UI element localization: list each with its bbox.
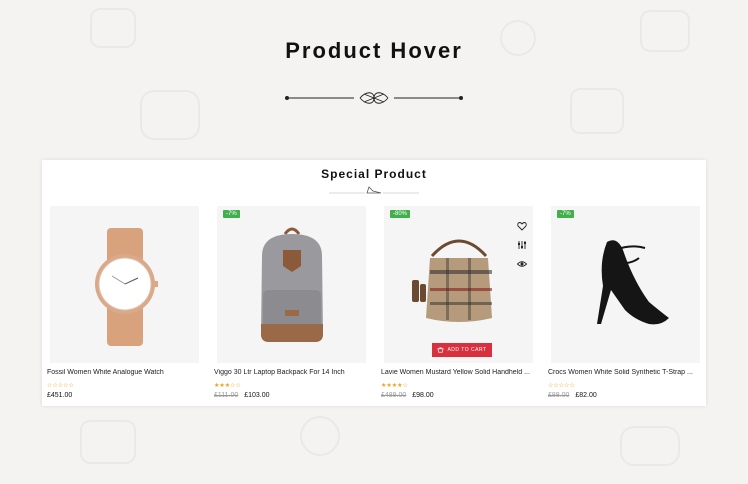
rating-stars: ☆☆☆☆☆: [47, 383, 74, 389]
hero-title: Product Hover: [285, 38, 463, 63]
old-price: £88.00: [548, 392, 570, 399]
add-to-cart-button[interactable]: ADD TO CART: [432, 343, 492, 357]
product-image[interactable]: -7%: [551, 206, 700, 363]
rating-stars: ☆☆☆☆☆: [548, 383, 575, 389]
ornament-divider: [285, 92, 463, 104]
discount-badge: -80%: [390, 210, 411, 218]
price-block: £111.00 £103.00: [214, 392, 270, 399]
price-block: £489.00 £98.00: [381, 392, 434, 399]
product-card[interactable]: -7% Crocs Women White Solid Synthetic T-…: [548, 206, 700, 402]
rating-stars: ★★★★☆: [381, 383, 408, 389]
product-image[interactable]: [50, 206, 199, 363]
special-product-panel: Special Product Fossil Women White Analo…: [42, 160, 706, 406]
product-image[interactable]: -7%: [217, 206, 366, 363]
add-to-cart-label: ADD TO CART: [447, 347, 487, 353]
compare-icon[interactable]: [515, 235, 529, 254]
watch-image: [95, 228, 158, 346]
section-title: Special Product: [321, 167, 427, 181]
product-image[interactable]: -80% ADD TO CART: [384, 206, 533, 363]
current-price: £103.00: [244, 392, 270, 399]
eye-icon[interactable]: [515, 254, 529, 273]
current-price: £98.00: [412, 392, 434, 399]
current-price: £82.00: [575, 392, 597, 399]
rating-stars: ★★★☆☆: [214, 383, 241, 389]
product-name[interactable]: Lavie Women Mustard Yellow Solid Handhel…: [381, 369, 533, 376]
product-name[interactable]: Fossil Women White Analogue Watch: [47, 369, 199, 376]
product-card[interactable]: Fossil Women White Analogue Watch ☆☆☆☆☆ …: [47, 206, 199, 402]
current-price: £451.00: [47, 392, 73, 399]
old-price: £489.00: [381, 392, 407, 399]
product-card[interactable]: -7% Viggo 30 Ltr Laptop Backpack For 14 …: [214, 206, 366, 402]
price-block: £451.00: [47, 392, 72, 399]
cart-icon: [437, 347, 445, 353]
shoe-divider: [329, 186, 419, 194]
discount-badge: -7%: [223, 210, 240, 218]
discount-badge: -7%: [557, 210, 574, 218]
product-name[interactable]: Crocs Women White Solid Synthetic T-Stra…: [548, 369, 700, 376]
heels-image: [597, 240, 669, 325]
backpack-image: [261, 227, 323, 342]
product-grid: Fossil Women White Analogue Watch ☆☆☆☆☆ …: [47, 206, 701, 402]
product-card-hovered[interactable]: -80% ADD TO CART Lavie Women Mustard Yel…: [381, 206, 533, 402]
old-price: £111.00: [214, 392, 239, 399]
product-name[interactable]: Viggo 30 Ltr Laptop Backpack For 14 Inch: [214, 369, 366, 376]
hover-actions: [515, 216, 529, 273]
price-block: £88.00 £82.00: [548, 392, 597, 399]
handbag-image: [412, 239, 492, 322]
heart-icon[interactable]: [515, 216, 529, 235]
